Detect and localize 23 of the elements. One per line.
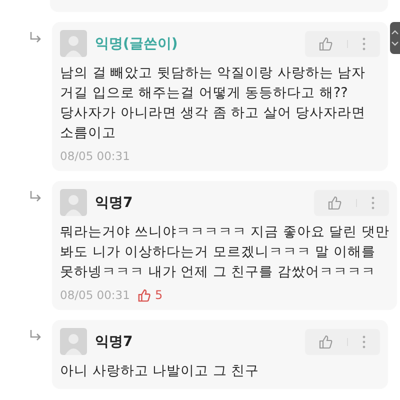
reply-arrow-icon bbox=[29, 32, 43, 44]
more-options-icon[interactable] bbox=[362, 334, 366, 348]
more-options-icon[interactable] bbox=[371, 196, 376, 210]
comment-time: 08/05 00:31 bbox=[60, 149, 130, 163]
reply-arrow-icon bbox=[29, 330, 43, 342]
avatar-icon bbox=[60, 328, 87, 355]
comment-time: 08/05 00:31 bbox=[60, 288, 130, 302]
thumbs-up-icon[interactable] bbox=[328, 196, 342, 210]
comment-text: 뭐라는거야 쓰니야ㅋㅋㅋㅋㅋ 지금 좋아요 달린 댓만 봐도 니가 이상하다는거 모르겠니ㅋㅋㅋ 말 이해를 못하넹ㅋㅋㅋ 내가 언제 그 친구를 감쌌어ㅋㅋㅋㅋ bbox=[60, 223, 390, 282]
comment-text: 아니 사랑하고 나발이고 그 친구 bbox=[60, 362, 260, 381]
like-count: 5 bbox=[154, 288, 163, 302]
author-name: 익명(글쓴이) bbox=[95, 34, 178, 52]
thumbs-up-icon[interactable] bbox=[319, 334, 333, 348]
thumbs-up-icon[interactable] bbox=[319, 36, 333, 50]
scroll-handle[interactable] bbox=[390, 22, 400, 54]
author-name: 익명7 bbox=[95, 194, 133, 212]
reply-arrow-icon bbox=[29, 191, 43, 203]
author-name: 익명7 bbox=[95, 332, 133, 350]
comment-text: 남의 걸 빼았고 뒷담하는 악질이랑 사랑하는 남자 거길 입으로 해주는걸 어떻게 동등하다고 해?? 당사자가 아니라면 생각 좀 하고 살어 당사자라면 소름이고 bbox=[60, 64, 367, 143]
thumbs-up-icon bbox=[138, 288, 151, 302]
avatar-icon bbox=[60, 189, 87, 216]
more-options-icon[interactable] bbox=[362, 36, 366, 50]
avatar-icon bbox=[60, 30, 87, 57]
